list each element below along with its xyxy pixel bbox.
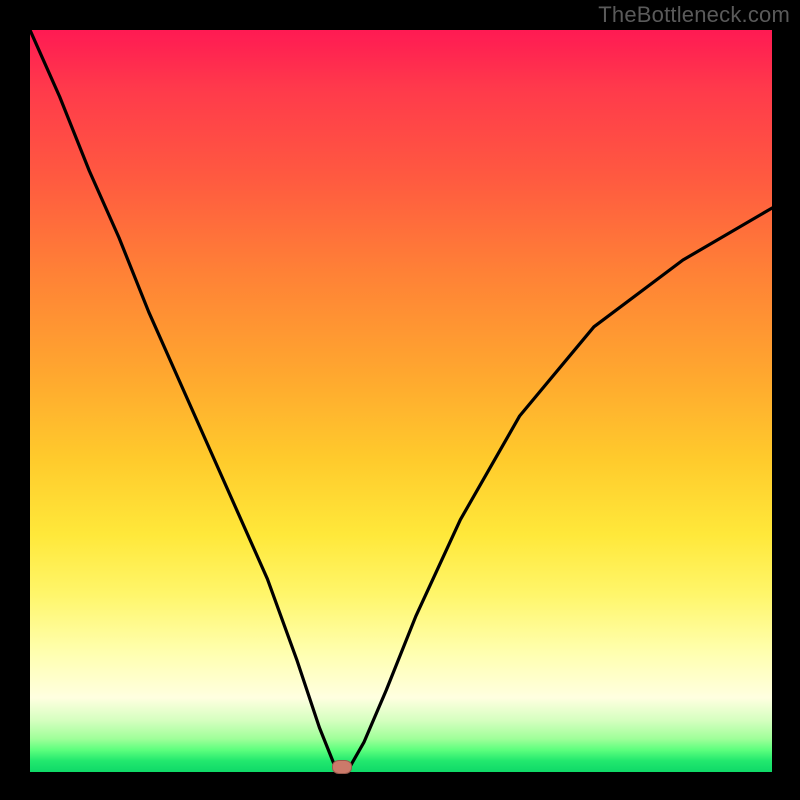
plot-area	[30, 30, 772, 772]
minimum-marker	[332, 760, 352, 774]
curve-path	[30, 30, 772, 772]
bottleneck-curve	[30, 30, 772, 772]
chart-frame: TheBottleneck.com	[0, 0, 800, 800]
watermark-text: TheBottleneck.com	[598, 2, 790, 28]
